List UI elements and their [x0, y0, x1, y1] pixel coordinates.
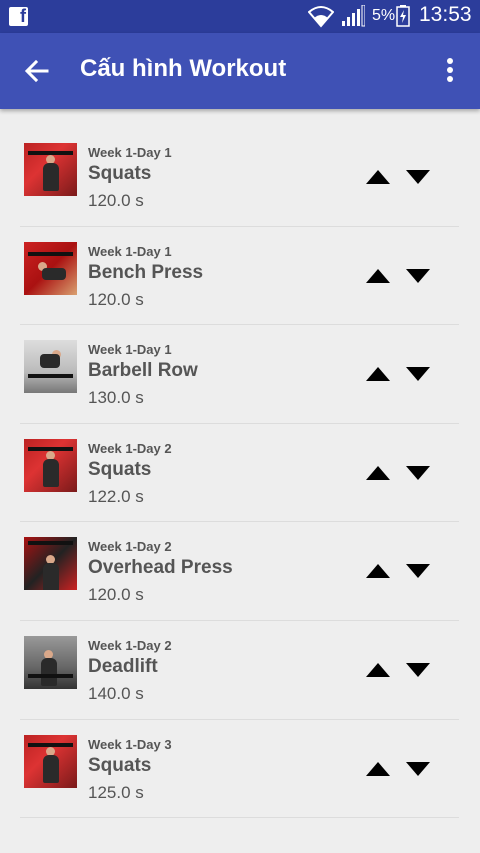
exercise-duration: 130.0 s: [88, 388, 144, 408]
app-bar: Cấu hình Workout: [0, 33, 480, 109]
exercise-list: Week 1-Day 1 Squats 120.0 s Week 1-Day 1…: [20, 128, 459, 819]
arrow-down-icon[interactable]: [404, 660, 432, 680]
arrow-down-icon[interactable]: [404, 266, 432, 286]
battery-percentage: 5%: [372, 7, 396, 24]
exercise-day: Week 1-Day 3: [88, 736, 172, 752]
more-vert-icon[interactable]: [438, 55, 462, 85]
exercise-day: Week 1-Day 1: [88, 145, 172, 160]
arrow-up-icon[interactable]: [364, 463, 392, 483]
arrow-down-icon[interactable]: [404, 561, 432, 581]
exercise-name: Squats: [88, 458, 152, 480]
clock: 13:53: [419, 3, 472, 26]
battery-icon: [396, 5, 410, 27]
exercise-duration: 125.0 s: [88, 782, 144, 802]
list-item[interactable]: Week 1-Day 2 Overhead Press 120.0 s: [20, 522, 459, 621]
back-arrow-icon[interactable]: [22, 56, 52, 86]
exercise-day: Week 1-Day 1: [88, 342, 172, 358]
arrow-down-icon[interactable]: [404, 364, 432, 384]
arrow-down-icon[interactable]: [404, 167, 432, 187]
exercise-thumbnail: [24, 143, 77, 196]
list-item[interactable]: Week 1-Day 2 Deadlift 140.0 s: [20, 621, 459, 720]
arrow-down-icon[interactable]: [404, 463, 432, 483]
exercise-day: Week 1-Day 2: [88, 440, 172, 456]
list-item[interactable]: Week 1-Day 1 Bench Press 120.0 s: [20, 227, 459, 326]
arrow-down-icon[interactable]: [404, 759, 432, 779]
signal-icon: [342, 5, 365, 27]
wifi-icon: [308, 6, 334, 28]
arrow-up-icon[interactable]: [364, 660, 392, 680]
exercise-thumbnail: [24, 537, 77, 591]
exercise-name: Squats: [88, 163, 152, 184]
arrow-up-icon[interactable]: [364, 759, 392, 779]
list-item[interactable]: Week 1-Day 1 Squats 120.0 s: [20, 128, 459, 227]
arrow-up-icon[interactable]: [364, 561, 392, 581]
exercise-duration: 120.0 s: [88, 289, 144, 309]
exercise-thumbnail: [24, 340, 77, 394]
exercise-day: Week 1-Day 2: [88, 539, 172, 555]
exercise-duration: 120.0 s: [88, 585, 144, 605]
exercise-thumbnail: [24, 635, 77, 689]
arrow-up-icon[interactable]: [364, 364, 392, 384]
exercise-thumbnail: [24, 438, 77, 492]
page-title: Cấu hình Workout: [80, 55, 287, 82]
arrow-up-icon[interactable]: [364, 167, 392, 187]
exercise-name: Barbell Row: [88, 360, 198, 382]
exercise-day: Week 1-Day 1: [88, 243, 172, 259]
exercise-duration: 122.0 s: [88, 486, 144, 506]
exercise-duration: 140.0 s: [88, 683, 144, 703]
exercise-thumbnail: [24, 734, 77, 788]
list-item[interactable]: Week 1-Day 3 Squats 125.0 s: [20, 720, 459, 819]
exercise-name: Deadlift: [88, 655, 158, 677]
list-item[interactable]: Week 1-Day 1 Barbell Row 130.0 s: [20, 325, 459, 424]
exercise-name: Bench Press: [88, 261, 204, 283]
exercise-thumbnail: [24, 241, 77, 295]
arrow-up-icon[interactable]: [364, 266, 392, 286]
exercise-day: Week 1-Day 2: [88, 637, 172, 653]
exercise-name: Overhead Press: [88, 557, 233, 579]
exercise-duration: 120.0 s: [88, 191, 144, 210]
exercise-name: Squats: [88, 754, 152, 776]
status-bar: f 5% 13:53: [0, 0, 480, 33]
facebook-icon: f: [9, 6, 28, 26]
list-item[interactable]: Week 1-Day 2 Squats 122.0 s: [20, 424, 459, 523]
